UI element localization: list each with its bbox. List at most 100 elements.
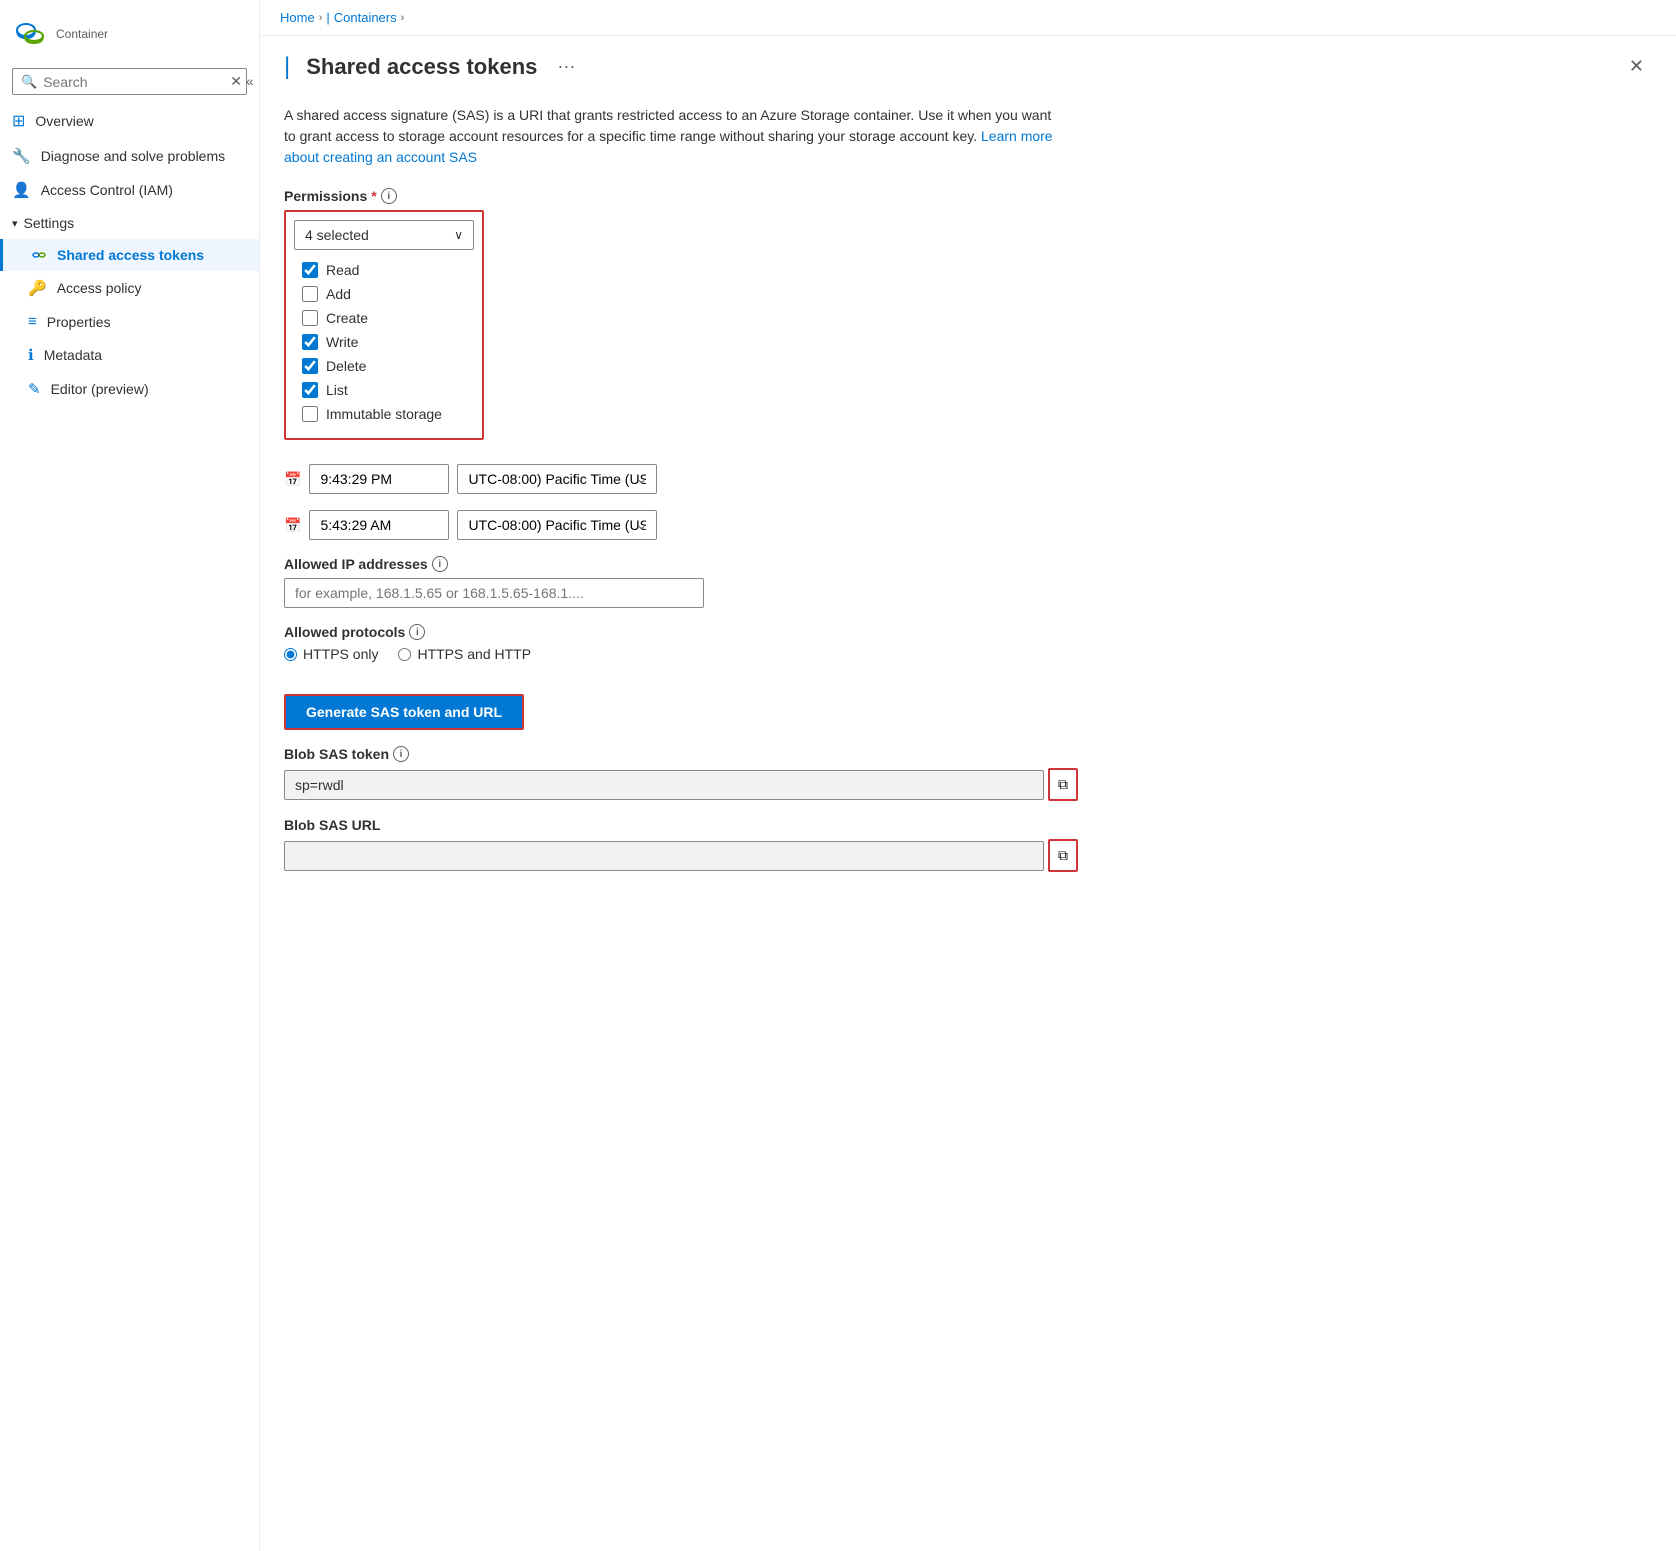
blob-sas-url-input[interactable]: [284, 841, 1044, 871]
permission-delete-checkbox[interactable]: [302, 358, 318, 374]
blob-sas-token-input[interactable]: [284, 770, 1044, 800]
permission-read[interactable]: Read: [294, 258, 474, 282]
blob-sas-token-label: Blob SAS token i: [284, 746, 1084, 762]
sidebar-item-properties[interactable]: ≡ Properties: [0, 305, 259, 338]
permission-create[interactable]: Create: [294, 306, 474, 330]
permission-immutable-checkbox[interactable]: [302, 406, 318, 422]
permissions-dropdown-trigger[interactable]: 4 selected ∨: [294, 220, 474, 250]
bars-icon: ≡: [28, 313, 37, 330]
start-datetime-row: 📅 UTC-08:00) Pacific Time (US & Canada): [284, 464, 1084, 494]
search-input[interactable]: [43, 74, 224, 90]
breadcrumb-chevron-1: ›: [319, 12, 323, 24]
expiry-field-group: 📅 UTC-08:00) Pacific Time (US & Canada): [284, 510, 1084, 540]
info-circle-icon: ℹ: [28, 346, 34, 364]
permissions-dropdown-box: 4 selected ∨ Read Add: [284, 210, 484, 440]
protocol-https-http-label: HTTPS and HTTP: [417, 646, 531, 662]
sidebar-item-access-control[interactable]: 👤 Access Control (IAM): [0, 173, 259, 207]
more-options-button[interactable]: ···: [549, 52, 583, 81]
generate-sas-button[interactable]: Generate SAS token and URL: [284, 694, 524, 730]
sidebar-section-settings[interactable]: ▾ Settings: [0, 207, 259, 239]
chevron-down-icon: ▾: [12, 217, 18, 230]
permission-immutable[interactable]: Immutable storage: [294, 402, 474, 426]
breadcrumb-chevron-2: ›: [401, 12, 405, 24]
allowed-ip-input[interactable]: [284, 578, 704, 608]
permission-add[interactable]: Add: [294, 282, 474, 306]
description-text: A shared access signature (SAS) is a URI…: [284, 105, 1064, 168]
breadcrumb-separator: |: [326, 10, 329, 25]
permission-write-label: Write: [326, 334, 358, 350]
protocol-https-only-radio[interactable]: [284, 648, 297, 661]
protocol-https-http-radio[interactable]: [398, 648, 411, 661]
blob-sas-token-info-icon[interactable]: i: [393, 746, 409, 762]
protocol-https-only[interactable]: HTTPS only: [284, 646, 378, 662]
sidebar-header: Container: [0, 0, 259, 60]
main-panel: Home › | Containers › | Shared access to…: [260, 0, 1676, 1551]
form-section: Permissions * i 4 selected ∨ Read: [284, 188, 1084, 872]
permission-list-checkbox[interactable]: [302, 382, 318, 398]
person-icon: 👤: [12, 181, 31, 199]
dropdown-chevron-icon: ∨: [454, 228, 463, 242]
page-title: Shared access tokens: [306, 54, 537, 80]
sidebar-item-overview[interactable]: ⊞ Overview: [0, 103, 259, 139]
permission-create-checkbox[interactable]: [302, 310, 318, 326]
permissions-list: Read Add Create Write: [294, 254, 474, 430]
allowed-ip-info-icon[interactable]: i: [432, 556, 448, 572]
permission-delete[interactable]: Delete: [294, 354, 474, 378]
sidebar-item-editor[interactable]: ✎ Editor (preview): [0, 372, 259, 406]
expiry-timezone-wrapper: UTC-08:00) Pacific Time (US & Canada): [457, 510, 657, 540]
blob-sas-url-field-group: Blob SAS URL ⧉: [284, 817, 1084, 872]
breadcrumb: Home › | Containers ›: [260, 0, 1676, 36]
collapse-icon[interactable]: «: [246, 73, 254, 90]
start-timezone-wrapper: UTC-08:00) Pacific Time (US & Canada): [457, 464, 657, 494]
permission-write[interactable]: Write: [294, 330, 474, 354]
breadcrumb-containers[interactable]: Containers: [334, 10, 397, 25]
permission-add-checkbox[interactable]: [302, 286, 318, 302]
nav-label-access-control: Access Control (IAM): [41, 182, 173, 198]
copy-icon: ⧉: [1058, 776, 1068, 793]
permission-immutable-label: Immutable storage: [326, 406, 442, 422]
close-button[interactable]: ✕: [1621, 52, 1652, 81]
calendar-start-icon[interactable]: 📅: [284, 471, 301, 488]
start-time-input[interactable]: [309, 464, 449, 494]
permissions-info-icon[interactable]: i: [381, 188, 397, 204]
start-timezone-select[interactable]: UTC-08:00) Pacific Time (US & Canada): [457, 464, 657, 494]
expiry-timezone-select[interactable]: UTC-08:00) Pacific Time (US & Canada): [457, 510, 657, 540]
permission-delete-label: Delete: [326, 358, 366, 374]
allowed-protocols-label: Allowed protocols i: [284, 624, 1084, 640]
search-box[interactable]: 🔍 ✕ «: [12, 68, 247, 95]
blob-sas-url-wrapper: ⧉: [284, 839, 1084, 872]
calendar-expiry-icon[interactable]: 📅: [284, 517, 301, 534]
key-icon: 🔑: [28, 279, 47, 297]
permission-list[interactable]: List: [294, 378, 474, 402]
permissions-selected-label: 4 selected: [305, 227, 369, 243]
search-controls: ✕ «: [230, 73, 254, 90]
sidebar-item-shared-access-tokens[interactable]: Shared access tokens: [0, 239, 259, 271]
sidebar-item-diagnose[interactable]: 🔧 Diagnose and solve problems: [0, 139, 259, 173]
copy-sas-url-button[interactable]: ⧉: [1048, 839, 1078, 872]
allowed-protocols-field-group: Allowed protocols i HTTPS only HTTPS and…: [284, 624, 1084, 662]
allowed-protocols-info-icon[interactable]: i: [409, 624, 425, 640]
nav-label-overview: Overview: [35, 113, 93, 129]
expiry-datetime-row: 📅 UTC-08:00) Pacific Time (US & Canada): [284, 510, 1084, 540]
copy-sas-token-button[interactable]: ⧉: [1048, 768, 1078, 801]
blob-sas-token-wrapper: ⧉: [284, 768, 1084, 801]
wrench-icon: 🔧: [12, 147, 31, 165]
sidebar: Container 🔍 ✕ « ⊞ Overview 🔧 Diagnose an…: [0, 0, 260, 1551]
expiry-time-input[interactable]: [309, 510, 449, 540]
nav-label-shared-access-tokens: Shared access tokens: [57, 247, 204, 263]
blob-sas-url-label: Blob SAS URL: [284, 817, 1084, 833]
permission-read-checkbox[interactable]: [302, 262, 318, 278]
nav-label-access-policy: Access policy: [57, 280, 142, 296]
page-header: | Shared access tokens ··· ✕: [260, 36, 1676, 89]
clear-search-icon[interactable]: ✕: [230, 73, 242, 90]
allowed-ip-label: Allowed IP addresses i: [284, 556, 1084, 572]
nav-label-editor: Editor (preview): [51, 381, 149, 397]
required-marker: *: [371, 188, 376, 204]
permission-write-checkbox[interactable]: [302, 334, 318, 350]
sidebar-item-metadata[interactable]: ℹ Metadata: [0, 338, 259, 372]
protocols-radio-group: HTTPS only HTTPS and HTTP: [284, 646, 1084, 662]
content-area: A shared access signature (SAS) is a URI…: [260, 89, 1676, 1551]
breadcrumb-home[interactable]: Home: [280, 10, 315, 25]
sidebar-item-access-policy[interactable]: 🔑 Access policy: [0, 271, 259, 305]
protocol-https-http[interactable]: HTTPS and HTTP: [398, 646, 531, 662]
